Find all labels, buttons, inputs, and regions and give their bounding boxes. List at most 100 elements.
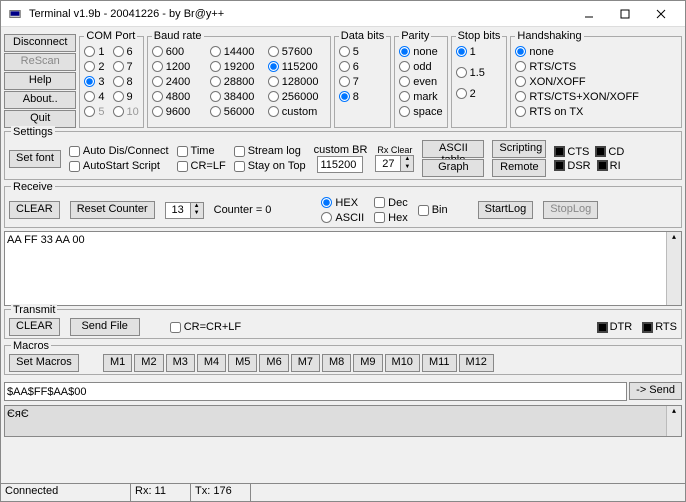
baud-38400[interactable]: 38400 bbox=[210, 89, 268, 104]
macro-m9[interactable]: M9 bbox=[353, 354, 382, 372]
com-9[interactable]: 9 bbox=[113, 89, 139, 104]
baud-28800[interactable]: 28800 bbox=[210, 74, 268, 89]
db-7[interactable]: 7 bbox=[339, 74, 386, 89]
baud-256000[interactable]: 256000 bbox=[268, 89, 326, 104]
stayontop-check[interactable]: Stay on Top bbox=[234, 159, 306, 174]
maximize-button[interactable] bbox=[607, 3, 643, 25]
tx-clear-button[interactable]: CLEAR bbox=[9, 318, 60, 336]
counter-spin[interactable]: ▲▼ bbox=[165, 202, 204, 219]
help-button[interactable]: Help bbox=[4, 72, 76, 90]
hand-none[interactable]: none bbox=[515, 44, 677, 59]
setfont-button[interactable]: Set font bbox=[9, 150, 61, 168]
baud-custom[interactable]: custom bbox=[268, 104, 326, 119]
macro-m12[interactable]: M12 bbox=[459, 354, 494, 372]
par-space[interactable]: space bbox=[399, 104, 442, 119]
remote-button[interactable]: Remote bbox=[492, 159, 546, 177]
macro-m5[interactable]: M5 bbox=[228, 354, 257, 372]
send-input[interactable] bbox=[4, 382, 627, 401]
baud-14400[interactable]: 14400 bbox=[210, 44, 268, 59]
baud-128000[interactable]: 128000 bbox=[268, 74, 326, 89]
rxclear-input[interactable]: ▲▼ bbox=[375, 155, 414, 172]
send-button[interactable]: -> Send bbox=[629, 382, 682, 400]
par-even[interactable]: even bbox=[399, 74, 442, 89]
com-2[interactable]: 2 bbox=[84, 59, 104, 74]
baud-4800[interactable]: 4800 bbox=[152, 89, 210, 104]
baud-600[interactable]: 600 bbox=[152, 44, 210, 59]
db-8[interactable]: 8 bbox=[339, 89, 386, 104]
baud-57600[interactable]: 57600 bbox=[268, 44, 326, 59]
rescan-button[interactable]: ReScan bbox=[4, 53, 76, 71]
databits-legend: Data bits bbox=[339, 30, 386, 42]
baud-2400[interactable]: 2400 bbox=[152, 74, 210, 89]
crlf-check[interactable]: CR=LF bbox=[177, 159, 226, 174]
receive-textarea[interactable]: AA FF 33 AA 00 ▴ bbox=[4, 231, 682, 306]
par-odd[interactable]: odd bbox=[399, 59, 442, 74]
minimize-button[interactable] bbox=[571, 3, 607, 25]
graph-button[interactable]: Graph bbox=[422, 159, 484, 177]
autostart-check[interactable]: AutoStart Script bbox=[69, 159, 169, 174]
sb-1[interactable]: 1 bbox=[456, 44, 503, 59]
crcrlf-check[interactable]: CR=CR+LF bbox=[170, 320, 241, 335]
scrollbar-v2[interactable]: ▴ bbox=[666, 406, 681, 436]
macro-m7[interactable]: M7 bbox=[291, 354, 320, 372]
com-6[interactable]: 6 bbox=[113, 44, 139, 59]
close-button[interactable] bbox=[643, 3, 679, 25]
recv-dec-check[interactable]: Dec bbox=[374, 195, 408, 210]
hand-XON/XOFF[interactable]: XON/XOFF bbox=[515, 74, 677, 89]
dtr-indicator[interactable]: DTR bbox=[597, 321, 633, 333]
par-mark[interactable]: mark bbox=[399, 89, 442, 104]
custombr-input[interactable] bbox=[317, 156, 363, 173]
scripting-button[interactable]: Scripting bbox=[492, 140, 546, 158]
macro-m8[interactable]: M8 bbox=[322, 354, 351, 372]
par-none[interactable]: none bbox=[399, 44, 442, 59]
macro-m11[interactable]: M11 bbox=[422, 354, 457, 372]
db-5[interactable]: 5 bbox=[339, 44, 386, 59]
about-button[interactable]: About.. bbox=[4, 91, 76, 109]
macro-m10[interactable]: M10 bbox=[385, 354, 420, 372]
comport-legend: COM Port bbox=[84, 30, 137, 42]
baud-56000[interactable]: 56000 bbox=[210, 104, 268, 119]
macro-m4[interactable]: M4 bbox=[197, 354, 226, 372]
sendfile-button[interactable]: Send File bbox=[70, 318, 140, 336]
hand-RTS/CTS[interactable]: RTS/CTS bbox=[515, 59, 677, 74]
hand-RTS/CTS+XON/XOFF[interactable]: RTS/CTS+XON/XOFF bbox=[515, 89, 677, 104]
sb-1.5[interactable]: 1.5 bbox=[456, 65, 503, 80]
baud-115200[interactable]: 115200 bbox=[268, 59, 326, 74]
macro-m6[interactable]: M6 bbox=[259, 354, 288, 372]
baud-19200[interactable]: 19200 bbox=[210, 59, 268, 74]
titlebar: Terminal v1.9b - 20041226 - by Br@y++ bbox=[1, 1, 685, 27]
stoplog-button[interactable]: StopLog bbox=[543, 201, 598, 219]
macro-m3[interactable]: M3 bbox=[166, 354, 195, 372]
startlog-button[interactable]: StartLog bbox=[478, 201, 534, 219]
recv-hex-radio[interactable]: HEX bbox=[321, 195, 364, 210]
com-7[interactable]: 7 bbox=[113, 59, 139, 74]
com-10[interactable]: 10 bbox=[113, 104, 139, 119]
macro-m1[interactable]: M1 bbox=[103, 354, 132, 372]
output-textarea[interactable]: ЄяЄ ▴ bbox=[4, 405, 682, 437]
recv-bin-check[interactable]: Bin bbox=[418, 203, 448, 218]
rts-indicator[interactable]: RTS bbox=[642, 321, 677, 333]
baud-1200[interactable]: 1200 bbox=[152, 59, 210, 74]
recv-hex2-check[interactable]: Hex bbox=[374, 210, 408, 225]
com-1[interactable]: 1 bbox=[84, 44, 104, 59]
com-3[interactable]: 3 bbox=[84, 74, 104, 89]
db-6[interactable]: 6 bbox=[339, 59, 386, 74]
com-5[interactable]: 5 bbox=[84, 104, 104, 119]
hand-RTS on TX[interactable]: RTS on TX bbox=[515, 104, 677, 119]
recv-ascii-radio[interactable]: ASCII bbox=[321, 210, 364, 225]
disconnect-button[interactable]: Disconnect bbox=[4, 34, 76, 52]
rxclear-label: Rx Clear bbox=[377, 145, 412, 155]
asciitable-button[interactable]: ASCII table bbox=[422, 140, 484, 158]
com-4[interactable]: 4 bbox=[84, 89, 104, 104]
baud-9600[interactable]: 9600 bbox=[152, 104, 210, 119]
setmacros-button[interactable]: Set Macros bbox=[9, 354, 79, 372]
macro-m2[interactable]: M2 bbox=[134, 354, 163, 372]
streamlog-check[interactable]: Stream log bbox=[234, 144, 306, 159]
scrollbar-v[interactable]: ▴ bbox=[666, 232, 681, 305]
reset-counter-button[interactable]: Reset Counter bbox=[70, 201, 155, 219]
sb-2[interactable]: 2 bbox=[456, 86, 503, 101]
autodisconnect-check[interactable]: Auto Dis/Connect bbox=[69, 144, 169, 159]
time-check[interactable]: Time bbox=[177, 144, 226, 159]
com-8[interactable]: 8 bbox=[113, 74, 139, 89]
recv-clear-button[interactable]: CLEAR bbox=[9, 201, 60, 219]
